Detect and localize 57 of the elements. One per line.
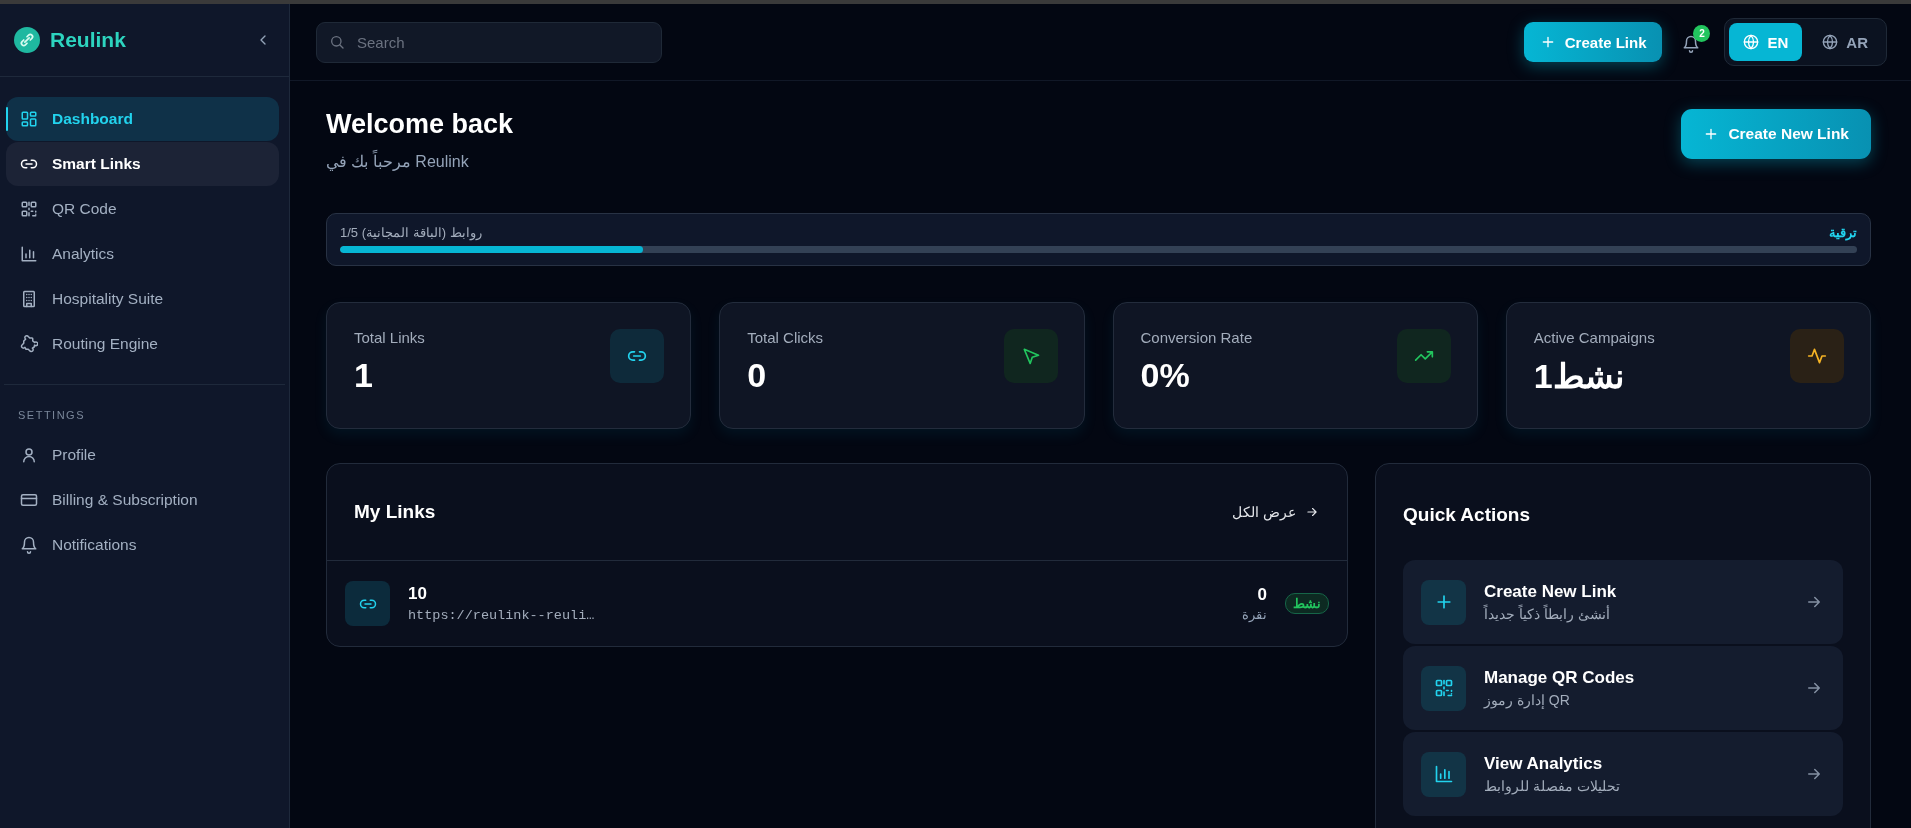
stat-value: 0% bbox=[1140, 356, 1191, 395]
nav-item[interactable]: Profile bbox=[6, 433, 279, 477]
view-all-link[interactable]: عرض الكل bbox=[1232, 504, 1319, 520]
card-title: My Links bbox=[354, 501, 436, 523]
notification-badge: 2 bbox=[1693, 25, 1711, 42]
nav-item[interactable]: Analytics bbox=[6, 232, 279, 276]
globe-icon bbox=[1822, 34, 1839, 50]
stat-label: Active Campaigns bbox=[1533, 329, 1655, 346]
nav-item[interactable]: Billing & Subscription bbox=[6, 478, 279, 522]
plan-usage: روابط (الباقة المجانية) 1/5 bbox=[340, 225, 482, 240]
stat-value: 0 bbox=[747, 356, 768, 395]
bell-icon bbox=[20, 536, 38, 554]
click-label: نقرة bbox=[1242, 607, 1267, 622]
link-url: https://reulink--reuli… bbox=[408, 608, 596, 623]
stat-value: 1 bbox=[354, 356, 374, 395]
section-heading: SETTINGS bbox=[17, 408, 86, 421]
nav-item[interactable]: QR Code bbox=[6, 187, 279, 231]
page-subtitle: مرحباً بك في Reulink bbox=[326, 152, 514, 171]
action-subtitle: تحليلات مفصلة للروابط bbox=[1484, 778, 1621, 794]
nav-item[interactable]: Routing Engine bbox=[6, 322, 279, 366]
user-icon bbox=[20, 446, 38, 464]
arrow-icon bbox=[1305, 505, 1319, 519]
page-title: Welcome back bbox=[326, 109, 514, 140]
action-title: View Analytics bbox=[1484, 754, 1604, 774]
bars-icon bbox=[1433, 764, 1454, 784]
search-field[interactable]: Search bbox=[316, 21, 662, 63]
stat-label: Total Links bbox=[354, 329, 425, 346]
card-icon bbox=[20, 491, 38, 509]
stat-value: نشط1 bbox=[1533, 356, 1625, 396]
stat-label: Conversion Rate bbox=[1140, 329, 1253, 346]
globe-icon bbox=[1743, 34, 1760, 50]
nav-item[interactable]: Hospitality Suite bbox=[6, 277, 279, 321]
language-tab[interactable]: AR bbox=[1808, 23, 1882, 61]
qr-icon bbox=[20, 200, 38, 218]
bars-icon bbox=[20, 245, 38, 263]
building-icon bbox=[20, 290, 38, 308]
bell-icon bbox=[1682, 35, 1701, 53]
status-badge: نشط bbox=[1285, 593, 1329, 614]
grid-icon bbox=[20, 110, 38, 128]
pulse-icon bbox=[1807, 346, 1827, 366]
link-title: 10 bbox=[408, 584, 428, 604]
card-title: Quick Actions bbox=[1403, 504, 1532, 526]
nav-item[interactable]: Dashboard bbox=[6, 97, 279, 141]
search-icon bbox=[329, 33, 345, 50]
qr-icon bbox=[1433, 678, 1454, 698]
nav-item[interactable]: Notifications bbox=[6, 523, 279, 567]
action-title: Create New Link bbox=[1484, 582, 1618, 602]
brand-name: Reulink bbox=[50, 28, 127, 52]
click-count: 0 bbox=[1256, 585, 1267, 605]
puzzle-icon bbox=[20, 335, 38, 353]
upgrade-link[interactable]: ترقية bbox=[1829, 225, 1857, 240]
action-subtitle: أنشئ رابطاً ذكياً جديداً bbox=[1484, 606, 1611, 622]
action-title: Manage QR Codes bbox=[1484, 668, 1636, 688]
nav-item[interactable]: Smart Links bbox=[6, 142, 279, 186]
logo-icon bbox=[14, 27, 40, 53]
action-subtitle: إدارة رموز QR bbox=[1484, 692, 1571, 708]
stat-label: Total Clicks bbox=[747, 329, 824, 346]
